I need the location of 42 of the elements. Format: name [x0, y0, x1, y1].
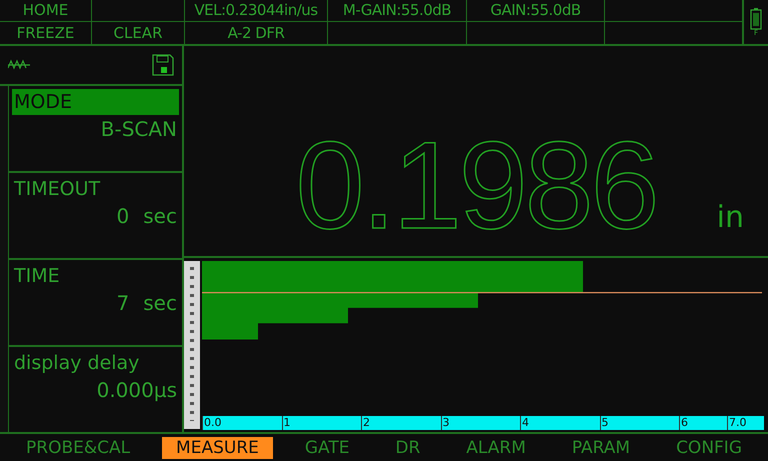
header-cell[interactable]: FREEZE: [0, 22, 92, 44]
menu-tab[interactable]: MEASURE: [162, 436, 273, 458]
menu-item[interactable]: display delay 0.000µs: [9, 347, 182, 432]
header-cell[interactable]: CLEAR: [92, 22, 185, 44]
header-cell: M-GAIN:55.0dB: [328, 0, 467, 21]
menu-item[interactable]: TIME 7 sec: [9, 260, 182, 347]
menu-item-value: 0.000µs: [96, 377, 177, 404]
menu-item-title: TIMEOUT: [13, 177, 102, 202]
menu-item-title: MODE: [12, 89, 179, 115]
axis-label: 4: [520, 416, 529, 430]
header-cell: GAIN:55.0dB: [467, 0, 605, 21]
waveform-icon[interactable]: [8, 59, 30, 71]
menu-item-title: TIME: [13, 264, 61, 289]
menu-item-unit: sec: [143, 203, 177, 230]
header-cell: A-2 DFR: [185, 22, 328, 44]
menu-tab[interactable]: PROBE&CAL: [12, 436, 144, 458]
menu-tab[interactable]: GATE: [290, 436, 364, 458]
menu-item-title: display delay: [13, 351, 140, 376]
axis-label: 5: [600, 416, 608, 430]
header-cell[interactable]: HOME: [0, 0, 92, 21]
axis-label: 7.0: [727, 416, 746, 430]
menu-item-value: 7: [116, 290, 130, 317]
axis-label: 0.0: [202, 416, 222, 430]
scrollbar[interactable]: [0, 86, 9, 432]
header-cell: VEL:0.23044in/us: [185, 0, 328, 21]
axis-label: 1: [282, 416, 290, 430]
save-icon[interactable]: [152, 54, 174, 76]
menu-tab[interactable]: PARAM: [558, 436, 644, 458]
menu-tab[interactable]: ALARM: [452, 436, 540, 458]
menu-item[interactable]: MODE B-SCAN: [9, 86, 182, 173]
menu-item[interactable]: TIMEOUT 0 sec: [9, 173, 182, 260]
axis-label: 2: [361, 416, 370, 430]
menu-item-value: 0: [116, 203, 130, 230]
menu-item-unit: sec: [143, 290, 177, 317]
thickness-reading: 0.1986: [296, 124, 656, 248]
axis-label: 6: [679, 416, 688, 430]
menu-tab[interactable]: DR: [381, 436, 434, 458]
axis-label: 3: [440, 416, 450, 430]
menu-tab[interactable]: CONFIG: [662, 436, 756, 458]
battery-icon: [750, 8, 762, 30]
menu-item-value: B-SCAN: [100, 116, 177, 143]
reading-unit: in: [716, 199, 744, 237]
